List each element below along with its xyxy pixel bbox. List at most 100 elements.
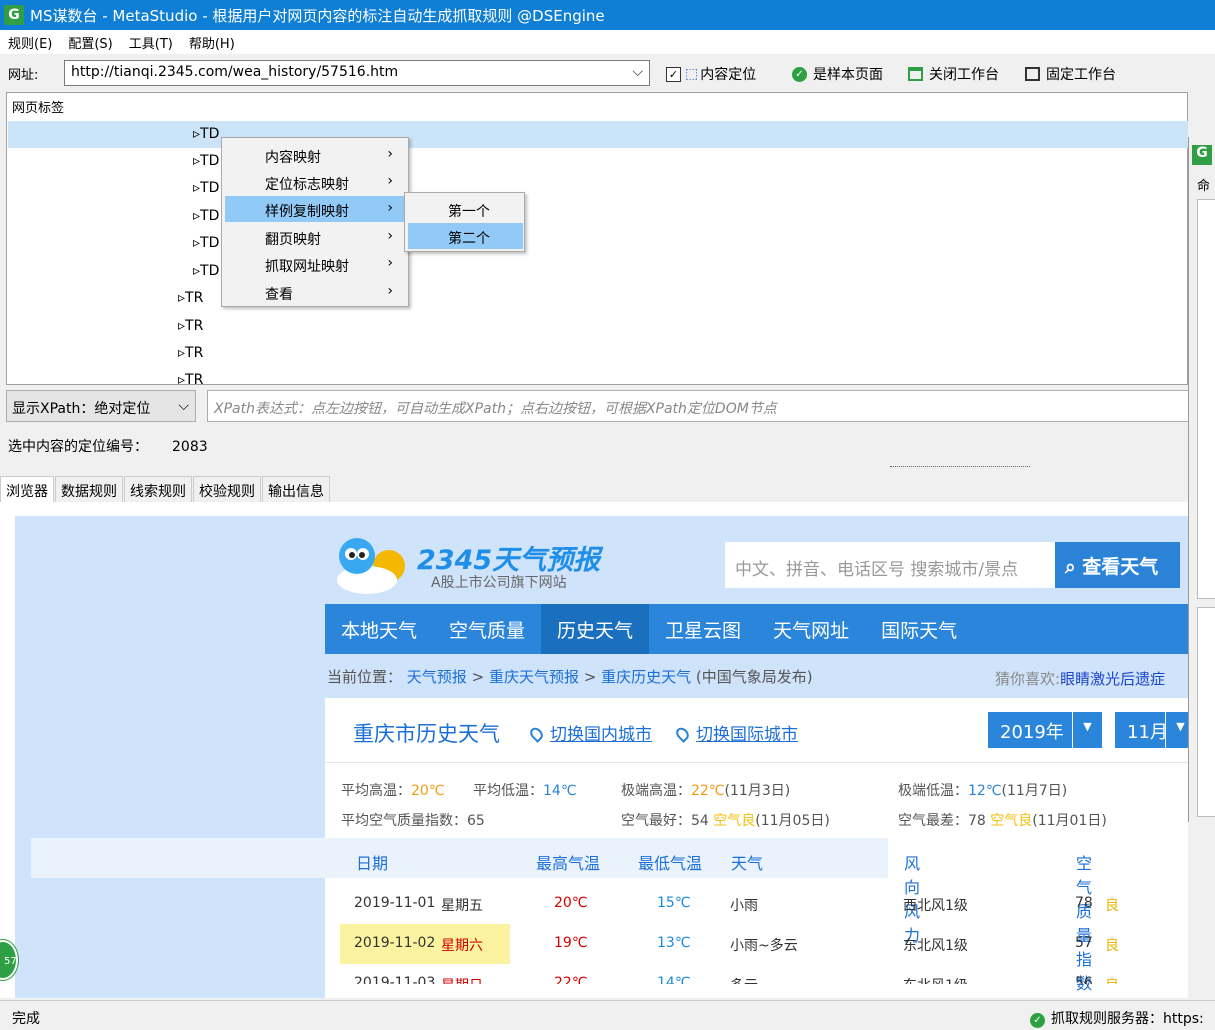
menu-item-locator-map[interactable]: 定位标志映射 › <box>225 169 405 195</box>
expand-icon[interactable]: ▹ <box>193 208 200 224</box>
menu-item-paging-map[interactable]: 翻页映射 › <box>225 224 405 250</box>
expand-icon[interactable]: ▹ <box>193 126 200 142</box>
check-circle-icon: ✓ <box>1030 1013 1045 1028</box>
breadcrumb-link[interactable]: 天气预报 <box>407 668 467 686</box>
stat-ext-low: 极端低温：12℃(11月7日) <box>898 780 1067 800</box>
table-row: 2019-11-03 星期日 22℃ 14℃ 多云 东北风1级 56 良 <box>340 964 1188 984</box>
fix-workbench-button[interactable]: 固定工作台 <box>1025 64 1116 84</box>
tree-row[interactable]: ▹TD <box>8 175 1188 202</box>
expand-icon[interactable]: ▹ <box>178 318 185 334</box>
selected-label: 选中内容的定位编号： <box>8 439 148 455</box>
stat-label: 平均空气质量指数： <box>341 813 467 829</box>
tree-node-text: TD <box>200 263 220 279</box>
selected-info: 选中内容的定位编号： 2083 <box>8 436 208 456</box>
tab-browser[interactable]: 浏览器 <box>0 476 54 502</box>
city-search-input[interactable]: 中文、拼音、电话区号 搜索城市/景点 <box>725 542 1055 588</box>
xpath-input[interactable]: XPath表达式：点左边按钮，可自动生成XPath；点右边按钮，可根据XPath… <box>207 390 1189 422</box>
switch-intl-link[interactable]: 切换国际城市 <box>673 720 798 745</box>
nav-local-weather[interactable]: 本地天气 <box>325 604 433 654</box>
chevron-down-icon[interactable]: ⌵ <box>632 64 643 80</box>
nav-history-weather[interactable]: 历史天气 <box>541 604 650 654</box>
tree-node-label: ▹TR <box>178 345 203 361</box>
expand-icon[interactable]: ▹ <box>178 372 185 384</box>
tab-check-rules[interactable]: 校验规则 <box>193 476 261 502</box>
breadcrumb-link[interactable]: 重庆历史天气 <box>601 668 691 686</box>
window-icon <box>908 67 923 81</box>
splitter-handle[interactable] <box>890 466 1030 472</box>
site-logo[interactable]: 2345天气预报 A股上市公司旗下网站 <box>327 534 627 598</box>
cell-wind: 东北风1级 <box>903 938 968 954</box>
breadcrumb-link[interactable]: 重庆天气预报 <box>489 668 579 686</box>
menu-tools[interactable]: 工具(T) <box>121 33 181 52</box>
tree-node-label: ▹TD <box>193 235 219 251</box>
tree-row[interactable]: ▹TD <box>8 148 1188 175</box>
close-workbench-label: 关闭工作台 <box>929 67 999 83</box>
expand-icon[interactable]: ▹ <box>193 235 200 251</box>
expand-icon[interactable]: ▹ <box>193 153 200 169</box>
pin-window-icon <box>1025 67 1040 81</box>
expand-icon[interactable]: ▹ <box>178 345 185 361</box>
caret-down-icon: ▼ <box>1165 712 1188 748</box>
menu-item-content-map[interactable]: 内容映射 › <box>225 142 405 168</box>
menu-item-label: 查看 <box>265 287 293 303</box>
nav-weather-sites[interactable]: 天气网址 <box>757 604 865 654</box>
tree-row[interactable]: ▹TD <box>8 121 1188 148</box>
tree-row[interactable]: ▹TR <box>8 313 1188 340</box>
sample-page-button[interactable]: ✓ 是样本页面 <box>792 64 883 84</box>
menu-item-sample-copy-map[interactable]: 样例复制映射 › <box>225 196 405 222</box>
cell-high: 22℃ <box>554 975 588 984</box>
recommend: 猜你喜欢:眼睛激光后遗症 <box>995 668 1165 689</box>
close-workbench-button[interactable]: 关闭工作台 <box>908 64 999 84</box>
url-input[interactable]: http://tianqi.2345.com/wea_history/57516… <box>64 60 650 86</box>
content-locate-toggle[interactable]: ✓ ⬚ 内容定位 <box>666 64 756 84</box>
switch-domestic-link[interactable]: 切换国内城市 <box>527 720 652 745</box>
tree-node-label: ▹TD <box>193 126 219 142</box>
expand-icon[interactable]: ▹ <box>193 180 200 196</box>
stat-date: (11月7日) <box>1001 783 1068 799</box>
workbench-box[interactable] <box>1197 607 1215 817</box>
stat-label: 平均低温： <box>473 783 543 799</box>
menu-config[interactable]: 配置(S) <box>60 33 120 52</box>
tree-row[interactable]: ▹TR <box>8 367 1188 384</box>
expand-icon[interactable]: ▹ <box>193 263 200 279</box>
menu-item-view[interactable]: 查看 › <box>225 279 405 305</box>
tab-clue-rules[interactable]: 线索规则 <box>124 476 192 502</box>
stat-label: 平均高温： <box>341 783 411 799</box>
chevron-right-icon: › <box>387 146 393 162</box>
chevron-right-icon: › <box>387 200 393 216</box>
cell-date: 2019-11-01 <box>354 895 436 911</box>
cell-week: 星期六 <box>441 938 483 954</box>
search-button[interactable]: ⌕ 查看天气 <box>1055 542 1180 588</box>
xpath-mode-select[interactable]: 显示XPath：绝对定位 ⌵ <box>6 390 196 422</box>
submenu-item-first[interactable]: 第一个 <box>408 196 523 222</box>
menu-help[interactable]: 帮助(H) <box>181 33 243 52</box>
tree-row[interactable]: ▹TD <box>8 258 1188 285</box>
context-menu: 内容映射 › 定位标志映射 › 样例复制映射 › 翻页映射 › 抓取网址映射 › 查看 › <box>221 137 409 307</box>
tree-row[interactable]: ▹TR <box>8 340 1188 367</box>
tree-row[interactable]: ▹TD <box>8 230 1188 257</box>
cell-aqi: 56 <box>1075 975 1093 984</box>
expand-icon[interactable]: ▹ <box>178 290 185 306</box>
nav-satellite[interactable]: 卫星云图 <box>649 604 757 654</box>
submenu-item-second[interactable]: 第二个 <box>408 223 523 249</box>
recommend-link[interactable]: 眼睛激光后遗症 <box>1060 670 1165 688</box>
nav-intl-weather[interactable]: 国际天气 <box>865 604 973 654</box>
column-header: 最高气温 <box>536 854 601 873</box>
tree-row[interactable]: ▹TD <box>8 203 1188 230</box>
tab-data-rules[interactable]: 数据规则 <box>55 476 123 502</box>
menu-item-label: 翻页映射 <box>265 232 321 248</box>
nav-air-quality[interactable]: 空气质量 <box>433 604 541 654</box>
year-select[interactable]: 2019年 ▼ <box>988 712 1102 748</box>
browser-view: 2345天气预报 A股上市公司旗下网站 中文、拼音、电话区号 搜索城市/景点 ⌕… <box>0 502 1188 998</box>
search-icon: ⌕ <box>1065 556 1076 578</box>
menu-item-url-map[interactable]: 抓取网址映射 › <box>225 251 405 277</box>
month-select[interactable]: 11月 ▼ <box>1115 712 1188 748</box>
content-locate-label: 内容定位 <box>700 67 757 83</box>
menu-rules[interactable]: 规则(E) <box>0 33 60 52</box>
checkbox-icon[interactable]: ✓ <box>666 66 681 82</box>
table-row: 2019-11-01 星期五 20℃ 15℃ 小雨 西北风1级 78 良 <box>340 884 1188 924</box>
stat-value: 22℃ <box>691 783 725 799</box>
workbench-box[interactable] <box>1197 199 1215 599</box>
tree-row[interactable]: ▹TR <box>8 285 1188 312</box>
tab-output[interactable]: 输出信息 <box>262 476 330 502</box>
